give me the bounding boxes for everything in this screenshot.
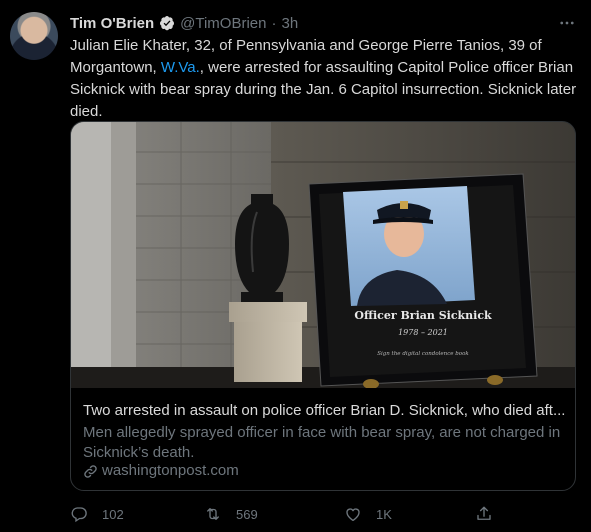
like-count: 1K bbox=[376, 506, 392, 522]
tweet-timestamp[interactable]: 3h bbox=[282, 15, 299, 32]
card-domain-text: washingtonpost.com bbox=[102, 462, 239, 479]
action-bar: 102 569 1K bbox=[70, 504, 576, 524]
heart-icon bbox=[346, 508, 360, 522]
tweet[interactable]: Tim O'Brien @TimOBrien · 3h Julian Elie … bbox=[0, 0, 591, 532]
more-icon bbox=[560, 21, 574, 25]
share-button[interactable] bbox=[475, 504, 493, 524]
tweet-header: Tim O'Brien @TimOBrien · 3h bbox=[70, 13, 298, 33]
retweet-button[interactable]: 569 bbox=[204, 504, 258, 524]
portrait-name-caption: Officer Brian Sicknick bbox=[354, 309, 492, 322]
reply-button[interactable]: 102 bbox=[70, 504, 124, 524]
portrait-years-caption: 1978 – 2021 bbox=[398, 328, 448, 337]
link-icon bbox=[84, 464, 97, 478]
avatar[interactable] bbox=[10, 12, 58, 60]
card-description: Men allegedly sprayed officer in face wi… bbox=[83, 424, 561, 461]
link-preview-card[interactable]: Officer Brian Sicknick 1978 – 2021 Sign … bbox=[70, 121, 576, 491]
verified-badge-icon bbox=[160, 16, 175, 31]
share-icon bbox=[477, 506, 491, 520]
retweet-icon bbox=[207, 508, 219, 520]
card-title[interactable]: Two arrested in assault on police office… bbox=[83, 401, 565, 421]
reply-icon bbox=[71, 507, 87, 523]
author-handle[interactable]: @TimOBrien bbox=[180, 15, 266, 32]
separator-dot: · bbox=[271, 14, 277, 32]
location-link[interactable]: W.Va. bbox=[161, 59, 200, 76]
tweet-text: Julian Elie Khater, 32, of Pennsylvania … bbox=[70, 35, 582, 123]
reply-count: 102 bbox=[102, 506, 124, 522]
retweet-count: 569 bbox=[236, 506, 258, 522]
portrait-note-caption: Sign the digital condolence book bbox=[377, 351, 469, 357]
more-button[interactable] bbox=[556, 13, 578, 33]
card-image[interactable]: Officer Brian Sicknick 1978 – 2021 Sign … bbox=[71, 122, 575, 388]
like-button[interactable]: 1K bbox=[344, 504, 392, 524]
author-name[interactable]: Tim O'Brien bbox=[70, 15, 154, 32]
card-domain[interactable]: washingtonpost.com bbox=[83, 461, 239, 481]
